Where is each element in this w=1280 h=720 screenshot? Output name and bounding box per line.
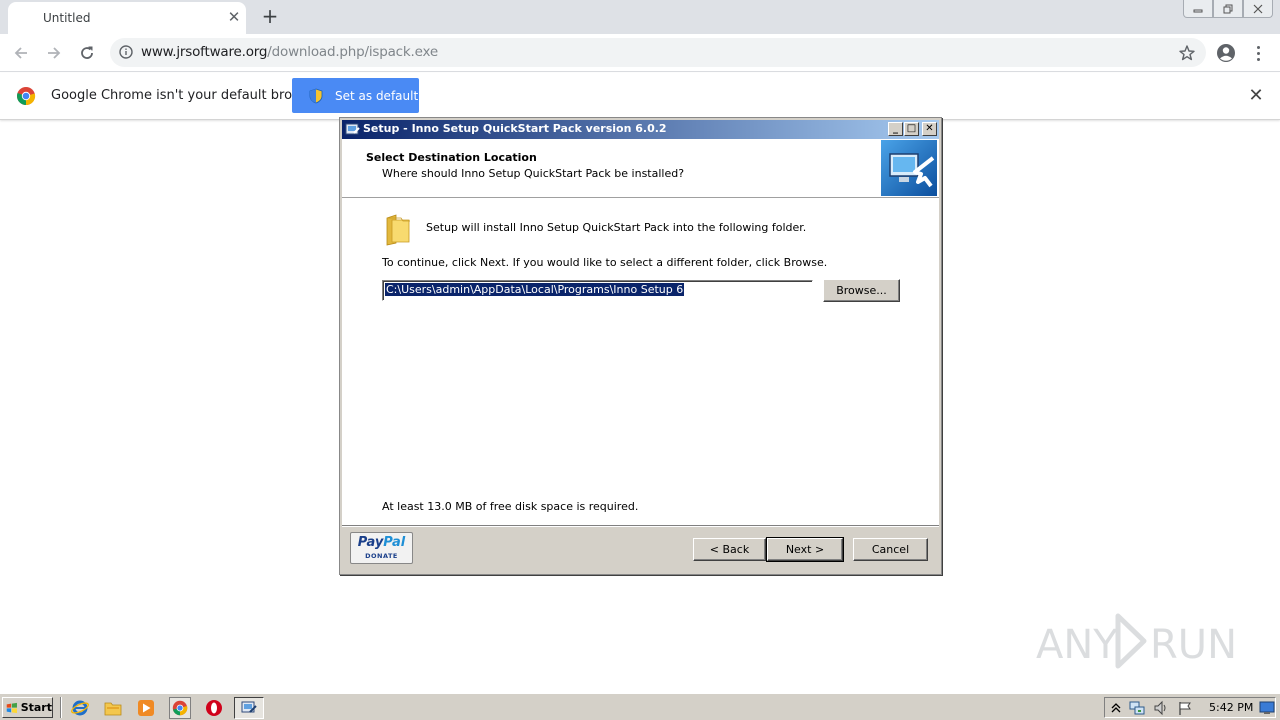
tray-expand-icon[interactable] [1108, 700, 1124, 716]
dialog-window-controls: _ □ ✕ [888, 122, 937, 136]
start-button[interactable]: Start [2, 697, 53, 718]
anyrun-watermark: ANY RUN [1036, 608, 1237, 674]
watermark-play-icon [1115, 613, 1147, 669]
wizard-logo-icon [881, 140, 937, 196]
show-desktop-icon[interactable] [1259, 700, 1275, 716]
reload-icon[interactable] [75, 41, 99, 65]
network-icon[interactable] [1129, 700, 1145, 716]
setup-taskbar-icon [241, 701, 257, 713]
account-icon[interactable] [1215, 42, 1237, 64]
wizard-header: Select Destination Location Where should… [342, 139, 939, 197]
cancel-button[interactable]: Cancel [853, 538, 928, 561]
infobar-close-icon[interactable]: ✕ [1246, 86, 1266, 106]
browse-button[interactable]: Browse... [823, 279, 900, 302]
taskbar-separator [60, 697, 62, 718]
destination-path-input[interactable]: C:\Users\admin\AppData\Local\Programs\In… [382, 280, 813, 301]
media-player-icon[interactable] [136, 698, 156, 718]
dialog-maximize-icon[interactable]: □ [904, 122, 919, 136]
restore-icon[interactable] [1213, 0, 1243, 18]
system-tray: 5:42 PM [1104, 697, 1276, 718]
tab-title: Untitled [43, 11, 91, 25]
minimize-icon[interactable] [1183, 0, 1213, 18]
setup-app-icon [345, 122, 360, 137]
paypal-donate-label: DONATE [365, 552, 398, 560]
paypal-logo: PayPal [357, 535, 406, 550]
url-path: /download.php/ispack.exe [267, 44, 438, 60]
windows-flag-icon [6, 702, 17, 713]
chrome-taskbar-icon[interactable] [169, 697, 191, 719]
default-browser-infobar: Google Chrome isn't your default browser… [0, 73, 1280, 120]
watermark-text-right: RUN [1150, 622, 1236, 668]
continue-message: To continue, click Next. If you would li… [382, 256, 828, 269]
folder-icon [384, 212, 414, 246]
dialog-titlebar[interactable]: Setup - Inno Setup QuickStart Pack versi… [342, 120, 939, 139]
address-bar[interactable]: www.jrsoftware.org/download.php/ispack.e… [110, 38, 1206, 67]
destination-path-value: C:\Users\admin\AppData\Local\Programs\In… [385, 283, 685, 296]
url-text: www.jrsoftware.org/download.php/ispack.e… [141, 44, 438, 60]
taskbar-clock[interactable]: 5:42 PM [1209, 701, 1253, 714]
internet-explorer-icon[interactable] [70, 698, 90, 718]
browser-toolbar: www.jrsoftware.org/download.php/ispack.e… [0, 34, 1280, 72]
browser-tab[interactable]: Untitled ✕ [8, 2, 246, 34]
back-button[interactable]: < Back [693, 538, 766, 561]
dialog-minimize-icon[interactable]: _ [888, 122, 903, 136]
start-label: Start [20, 701, 52, 714]
set-as-default-button[interactable]: Set as default [292, 78, 419, 113]
window-controls [1183, 0, 1275, 18]
shield-icon [309, 88, 323, 103]
wizard-body: Setup will install Inno Setup QuickStart… [342, 197, 939, 525]
info-icon[interactable] [118, 44, 134, 60]
paypal-donate-button[interactable]: PayPal DONATE [350, 532, 413, 564]
action-center-flag-icon[interactable] [1177, 700, 1193, 716]
windows-taskbar: Start 5:42 PM [0, 693, 1280, 720]
watermark-text-left: ANY [1036, 622, 1118, 668]
install-message: Setup will install Inno Setup QuickStart… [426, 221, 807, 234]
footer-separator [342, 525, 939, 527]
setup-dialog: Setup - Inno Setup QuickStart Pack versi… [339, 117, 942, 575]
next-button[interactable]: Next > [766, 537, 844, 562]
page-subheading: Where should Inno Setup QuickStart Pack … [382, 167, 685, 180]
back-icon[interactable] [9, 41, 33, 65]
chrome-logo-icon [16, 86, 36, 106]
volume-icon[interactable] [1153, 700, 1169, 716]
disk-space-message: At least 13.0 MB of free disk space is r… [382, 500, 639, 513]
tab-close-icon[interactable]: ✕ [224, 7, 244, 27]
file-explorer-icon[interactable] [103, 698, 123, 718]
close-window-icon[interactable] [1243, 0, 1273, 18]
kebab-icon[interactable] [1250, 42, 1266, 64]
tab-strip: Untitled ✕ + [0, 0, 1280, 34]
forward-icon[interactable] [42, 41, 66, 65]
infobar-message: Google Chrome isn't your default browser [51, 88, 323, 103]
page-heading: Select Destination Location [366, 151, 537, 164]
opera-icon[interactable] [204, 698, 224, 718]
dialog-title: Setup - Inno Setup QuickStart Pack versi… [363, 122, 667, 135]
star-icon[interactable] [1178, 44, 1196, 62]
url-host: www.jrsoftware.org [141, 44, 268, 60]
dialog-close-icon[interactable]: ✕ [922, 122, 937, 136]
set-as-default-label: Set as default [335, 88, 419, 103]
setup-taskbar-item[interactable] [234, 697, 264, 719]
new-tab-icon[interactable]: + [259, 5, 281, 27]
